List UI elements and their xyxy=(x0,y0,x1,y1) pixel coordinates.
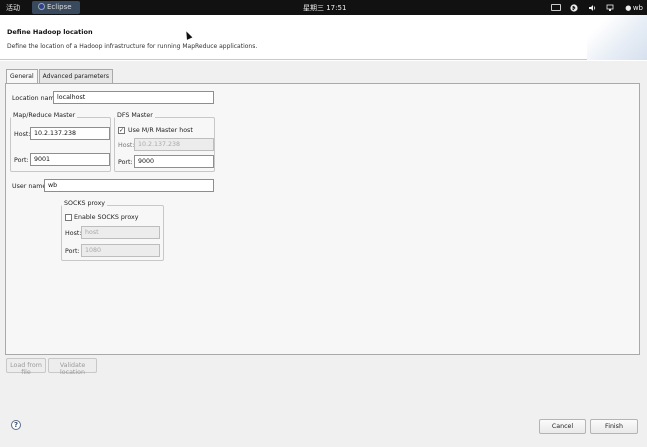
socks-proxy-title: SOCKS proxy xyxy=(62,200,108,207)
mr-host-label: Host: xyxy=(14,131,31,138)
dialog-title: Define Hadoop location xyxy=(7,28,93,36)
activities-button[interactable]: 活动 xyxy=(6,3,20,13)
system-top-bar: 活动 Eclipse 星期三 17:51 ●wb xyxy=(0,0,647,15)
tab-bar: General Advanced parameters xyxy=(6,69,114,84)
enable-socks-label: Enable SOCKS proxy xyxy=(74,214,139,221)
dfs-host-label: Host: xyxy=(118,142,135,149)
socks-port-label: Port: xyxy=(65,248,80,255)
user-name: wb xyxy=(632,3,643,12)
validate-location-button[interactable]: Validate location xyxy=(48,358,97,376)
tab-general[interactable]: General xyxy=(6,69,38,84)
dfs-host-input[interactable]: 10.2.137.238 xyxy=(134,138,214,151)
dfs-port-label: Port: xyxy=(118,159,133,166)
app-menu-button[interactable]: Eclipse xyxy=(32,1,80,14)
location-name-input[interactable]: localhost xyxy=(53,91,214,104)
mr-port-label: Port: xyxy=(14,157,29,164)
dfs-master-title: DFS Master xyxy=(115,112,155,119)
mapreduce-master-title: Map/Reduce Master xyxy=(11,112,78,119)
use-mr-host-checkbox[interactable]: ✓ xyxy=(118,127,125,134)
eclipse-icon xyxy=(38,3,45,10)
socks-host-label: Host: xyxy=(65,230,82,237)
dialog-content: General Advanced parameters Location nam… xyxy=(0,61,647,447)
finish-button[interactable]: Finish xyxy=(590,419,638,434)
header-banner-decoration xyxy=(587,15,647,60)
volume-icon[interactable] xyxy=(588,4,597,12)
help-icon[interactable]: ? xyxy=(11,420,21,430)
system-tray: ●wb xyxy=(550,2,643,13)
socks-proxy-group: SOCKS proxy Enable SOCKS proxy Host: hos… xyxy=(61,200,164,261)
enable-socks-checkbox[interactable] xyxy=(65,214,72,221)
tab-advanced-parameters[interactable]: Advanced parameters xyxy=(38,69,114,83)
dfs-port-input[interactable]: 9000 xyxy=(134,155,214,168)
keyboard-icon[interactable] xyxy=(550,4,561,11)
user-name-input[interactable]: wb xyxy=(44,179,214,192)
app-name: Eclipse xyxy=(47,3,72,11)
socks-port-input[interactable]: 1080 xyxy=(81,244,160,257)
dfs-master-group: DFS Master ✓ Use M/R Master host Host: 1… xyxy=(114,112,215,172)
general-tab-panel: Location name: localhost Map/Reduce Mast… xyxy=(5,83,640,355)
user-menu[interactable]: ●wb xyxy=(624,4,643,12)
dialog-header: Define Hadoop location Define the locati… xyxy=(0,15,647,60)
mr-host-input[interactable]: 10.2.137.238 xyxy=(30,127,110,140)
cancel-button[interactable]: Cancel xyxy=(539,419,586,434)
mr-port-input[interactable]: 9001 xyxy=(30,153,110,166)
socks-host-input[interactable]: host xyxy=(81,226,160,239)
user-icon: ● xyxy=(625,3,632,12)
load-from-file-button[interactable]: Load from file xyxy=(6,358,46,376)
dialog-description: Define the location of a Hadoop infrastr… xyxy=(7,43,258,50)
mapreduce-master-group: Map/Reduce Master Host: 10.2.137.238 Por… xyxy=(10,112,111,172)
use-mr-host-label: Use M/R Master host xyxy=(128,127,193,134)
clock[interactable]: 星期三 17:51 xyxy=(303,3,346,13)
network-icon[interactable] xyxy=(606,4,615,12)
bluetooth-icon[interactable] xyxy=(570,3,579,12)
user-name-label: User name: xyxy=(12,183,49,190)
